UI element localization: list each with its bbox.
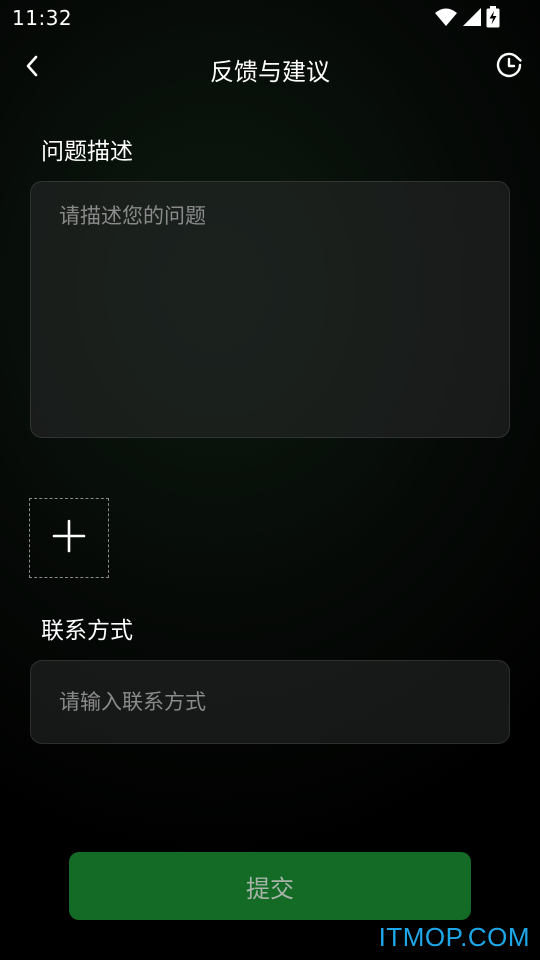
clock-history-icon xyxy=(494,50,524,84)
status-icons xyxy=(434,6,500,28)
battery-charging-icon xyxy=(486,6,500,28)
contact-label: 联系方式 xyxy=(41,618,133,644)
plus-icon xyxy=(52,519,86,557)
contact-box xyxy=(30,660,510,744)
problem-description-box xyxy=(30,181,510,438)
watermark: ITMOP.COM xyxy=(378,922,530,952)
add-image-button[interactable] xyxy=(29,498,109,578)
history-button[interactable] xyxy=(492,50,526,84)
problem-description-input[interactable] xyxy=(31,182,509,437)
cell-signal-icon xyxy=(462,7,482,27)
contact-input[interactable] xyxy=(31,661,509,743)
submit-button[interactable]: 提交 xyxy=(69,852,471,920)
wifi-icon xyxy=(434,7,458,27)
problem-label: 问题描述 xyxy=(41,139,133,165)
app-bar: 反馈与建议 xyxy=(0,40,540,96)
status-bar: 11:32 xyxy=(0,0,540,36)
status-time: 11:32 xyxy=(12,6,73,30)
page-title: 反馈与建议 xyxy=(210,58,330,86)
